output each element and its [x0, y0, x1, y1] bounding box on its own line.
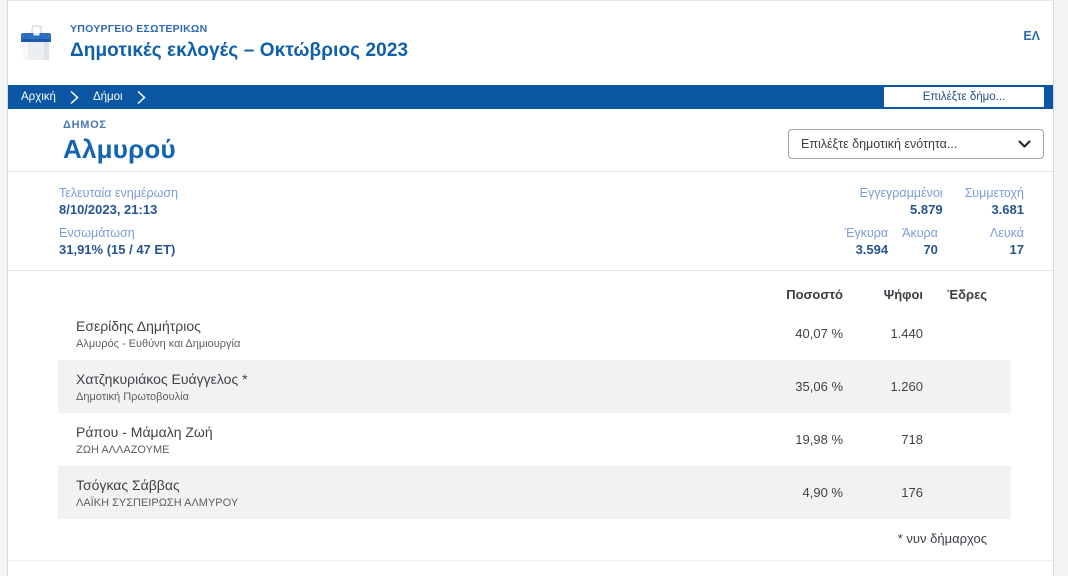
- app-header: ΥΠΟΥΡΓΕΙΟ ΕΣΩΤΕΡΙΚΩΝ Δημοτικές εκλογές –…: [8, 1, 1053, 85]
- divider: [8, 560, 1053, 561]
- language-switcher[interactable]: ΕΛ: [1023, 29, 1040, 43]
- results-header-row: Ποσοστό Ψήφοι Έδρες: [58, 281, 1011, 307]
- votes-value: 1.260: [890, 379, 923, 394]
- votes-value: 176: [901, 485, 923, 500]
- stats-section: Τελευταία ενημέρωση 8/10/2023, 21:13 Ενσ…: [8, 172, 1053, 270]
- party-name: Δημοτική Πρωτοβουλία: [76, 390, 189, 403]
- stats-right: Εγγεγραμμένοι 5.879 Συμμετοχή 3.681 Έγκυ…: [845, 185, 1024, 258]
- breadcrumb-home-link[interactable]: Αρχική: [21, 91, 56, 103]
- table-row[interactable]: Τσόγκας Σάββας ΛΑΪΚΗ ΣΥΣΠΕΙΡΩΣΗ ΑΛΜΥΡΟΥ …: [58, 466, 1011, 519]
- table-row[interactable]: Εσερίδης Δημήτριος Αλμυρός - Ευθύνη και …: [58, 307, 1011, 360]
- ballot-box-icon: [21, 25, 51, 60]
- table-row[interactable]: Ράπου - Μάμαλη Ζωή ΖΩΗ ΑΛΛΑΖΟΥΜΕ 19,98 %…: [58, 413, 1011, 466]
- municipality-select[interactable]: Επιλέξτε δήμο...: [884, 87, 1044, 107]
- votes-value: 1.440: [890, 326, 923, 341]
- ministry-label: ΥΠΟΥΡΓΕΙΟ ΕΣΩΤΕΡΙΚΩΝ: [70, 23, 208, 35]
- candidate-cell: Χατζηκυριάκος Ευάγγελος * Δημοτική Πρωτο…: [76, 371, 733, 403]
- incorporation-stat: Ενσωμάτωση 31,91% (15 / 47 ΕΤ): [59, 225, 178, 258]
- candidate-name: Εσερίδης Δημήτριος: [76, 317, 201, 334]
- percent-value: 4,90 %: [802, 485, 843, 500]
- turnout-stat: Συμμετοχή 3.681: [965, 185, 1024, 218]
- breadcrumb-municipalities-link[interactable]: Δήμοι: [93, 91, 123, 103]
- invalid-label: Άκυρα: [902, 226, 938, 240]
- blank-value: 17: [1009, 242, 1024, 257]
- votes-value: 718: [901, 432, 923, 447]
- municipality-heading: ΔΗΜΟΣ Αλμυρού: [63, 119, 176, 165]
- incorporation-label: Ενσωμάτωση: [59, 226, 135, 240]
- candidate-cell: Εσερίδης Δημήτριος Αλμυρός - Ευθύνη και …: [76, 318, 733, 350]
- chevron-down-icon: [1018, 140, 1031, 149]
- blank-stat: Λευκά 17: [990, 225, 1024, 258]
- page: ΥΠΟΥΡΓΕΙΟ ΕΣΩΤΕΡΙΚΩΝ Δημοτικές εκλογές –…: [7, 0, 1054, 576]
- valid-value: 3.594: [855, 242, 889, 257]
- turnout-value: 3.681: [991, 202, 1024, 217]
- breadcrumb: Αρχική Δήμοι Επιλέξτε δήμο...: [8, 85, 1053, 109]
- candidate-name: Τσόγκας Σάββας: [76, 476, 180, 493]
- last-update-stat: Τελευταία ενημέρωση 8/10/2023, 21:13: [59, 185, 178, 218]
- percent-column-header: Ποσοστό: [786, 286, 843, 302]
- header-titles: ΥΠΟΥΡΓΕΙΟ ΕΣΩΤΕΡΙΚΩΝ Δημοτικές εκλογές –…: [70, 21, 408, 62]
- incorporation-value: 31,91% (15 / 47 ΕΤ): [59, 242, 176, 257]
- candidate-name: Χατζηκυριάκος Ευάγγελος *: [76, 370, 248, 387]
- stats-row-participation: Εγγεγραμμένοι 5.879 Συμμετοχή 3.681: [845, 185, 1024, 218]
- page-title: Δημοτικές εκλογές – Οκτώβριος 2023: [70, 40, 409, 61]
- municipality-type-label: ΔΗΜΟΣ: [63, 119, 107, 131]
- registered-stat: Εγγεγραμμένοι 5.879: [860, 185, 943, 218]
- chevron-right-icon: [137, 90, 146, 105]
- percent-value: 35,06 %: [795, 379, 843, 394]
- results-table: Ποσοστό Ψήφοι Έδρες Εσερίδης Δημήτριος Α…: [58, 281, 1011, 560]
- last-update-value: 8/10/2023, 21:13: [59, 202, 158, 217]
- registered-label: Εγγεγραμμένοι: [859, 186, 943, 200]
- stats-left: Τελευταία ενημέρωση 8/10/2023, 21:13 Ενσ…: [59, 185, 178, 258]
- valid-label: Έγκυρα: [844, 226, 889, 240]
- percent-value: 19,98 %: [795, 432, 843, 447]
- municipality-name: Αλμυρού: [63, 134, 176, 164]
- stats-row-ballots: Έγκυρα 3.594 Άκυρα 70 Λευκά 17: [845, 225, 1024, 258]
- candidate-cell: Τσόγκας Σάββας ΛΑΪΚΗ ΣΥΣΠΕΙΡΩΣΗ ΑΛΜΥΡΟΥ: [76, 477, 733, 509]
- votes-column-header: Ψήφοι: [883, 286, 923, 302]
- candidate-name: Ράπου - Μάμαλη Ζωή: [76, 423, 213, 440]
- party-name: ΛΑΪΚΗ ΣΥΣΠΕΙΡΩΣΗ ΑΛΜΥΡΟΥ: [76, 496, 239, 509]
- registered-value: 5.879: [910, 202, 943, 217]
- percent-value: 40,07 %: [795, 326, 843, 341]
- invalid-value: 70: [923, 242, 938, 257]
- incumbent-footnote: * νυν δήμαρχος: [897, 531, 987, 546]
- party-name: ΖΩΗ ΑΛΛΑΖΟΥΜΕ: [76, 443, 170, 456]
- municipal-unit-select[interactable]: Επιλέξτε δημοτική ενότητα...: [788, 129, 1044, 159]
- table-row[interactable]: Χατζηκυριάκος Ευάγγελος * Δημοτική Πρωτο…: [58, 360, 1011, 413]
- candidate-cell: Ράπου - Μάμαλη Ζωή ΖΩΗ ΑΛΛΑΖΟΥΜΕ: [76, 424, 733, 456]
- turnout-label: Συμμετοχή: [964, 186, 1024, 200]
- invalid-stat: Άκυρα 70: [902, 225, 938, 258]
- seats-column-header: Έδρες: [947, 286, 987, 302]
- chevron-right-icon: [70, 90, 79, 105]
- municipal-unit-select-placeholder: Επιλέξτε δημοτική ενότητα...: [801, 137, 958, 151]
- divider: [8, 270, 1053, 271]
- municipality-section: ΔΗΜΟΣ Αλμυρού Επιλέξτε δημοτική ενότητα.…: [8, 109, 1053, 171]
- blank-label: Λευκά: [989, 226, 1024, 240]
- valid-stat: Έγκυρα 3.594: [845, 225, 888, 258]
- last-update-label: Τελευταία ενημέρωση: [59, 186, 179, 200]
- party-name: Αλμυρός - Ευθύνη και Δημιουργία: [76, 337, 241, 350]
